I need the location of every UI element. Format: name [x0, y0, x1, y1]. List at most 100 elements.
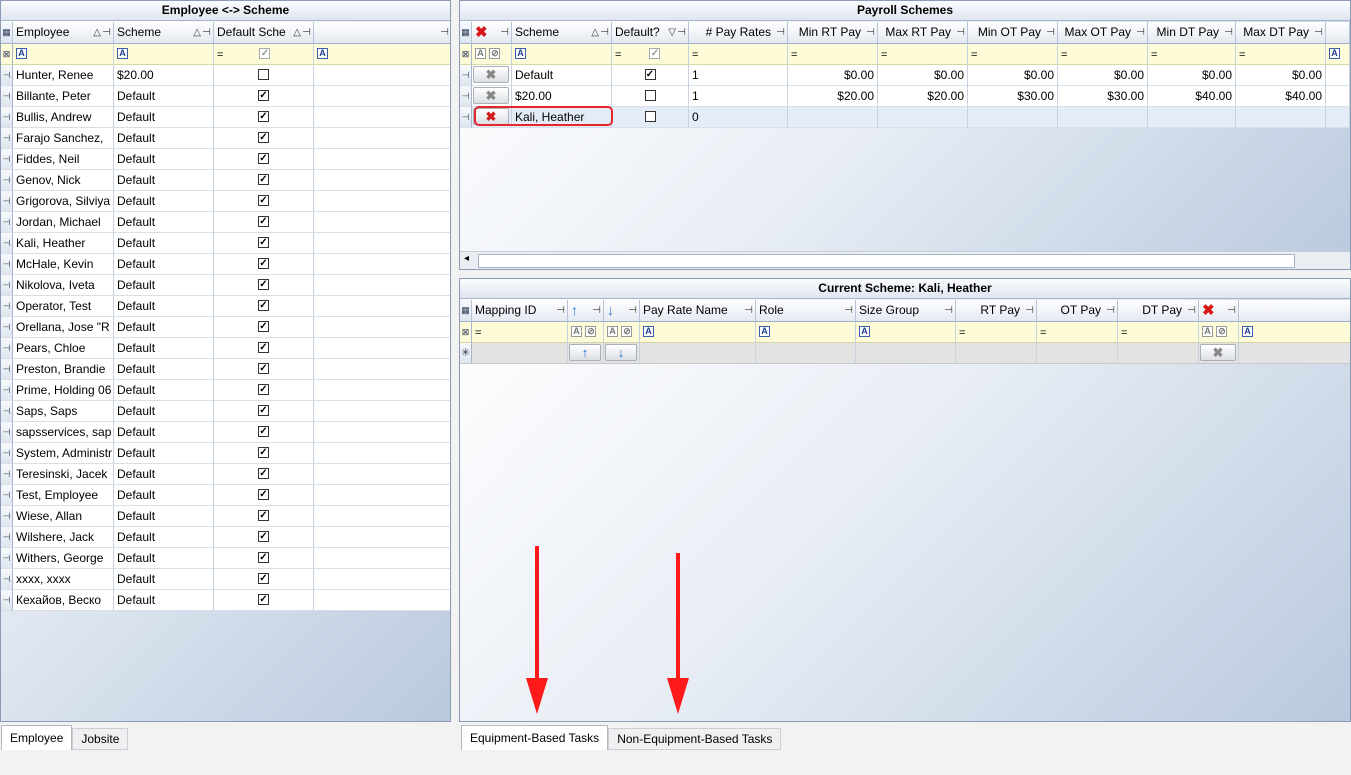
table-row[interactable]: ⊣ Farajo Sanchez, Default ✓	[1, 128, 450, 149]
filter-clear-icon[interactable]: ⊘	[585, 326, 597, 338]
row-pin-icon[interactable]: ⊣	[1, 464, 13, 485]
equals-icon[interactable]: =	[1239, 49, 1245, 61]
default-scheme-checkbox[interactable]: ✓	[258, 111, 269, 123]
filter-pay-rates[interactable]: =	[689, 44, 788, 65]
employee-cell[interactable]: McHale, Kevin	[13, 254, 114, 275]
table-row[interactable]: ⊣ Hunter, Renee $20.00	[1, 65, 450, 86]
row-pin-icon[interactable]: ⊣	[1, 254, 13, 275]
filter-default[interactable]: = ✓	[612, 44, 689, 65]
scroll-left-icon[interactable]: ◂	[464, 253, 469, 264]
row-pin-icon[interactable]: ⊣	[1, 548, 13, 569]
column-header-pay-rates[interactable]: # Pay Rates ⊣	[689, 22, 788, 44]
pin-icon[interactable]: ⊣	[744, 300, 753, 321]
column-chooser-icon[interactable]: ▦	[460, 22, 472, 44]
employee-cell[interactable]: Hunter, Renee	[13, 65, 114, 86]
new-ot-pay[interactable]	[1037, 343, 1118, 364]
row-pin-icon[interactable]: ⊣	[1, 275, 13, 296]
pin-icon[interactable]: ⊣	[1025, 300, 1034, 321]
row-pin-icon[interactable]: ⊣	[460, 65, 472, 86]
scheme-cell[interactable]: Default	[114, 296, 214, 317]
tab-equipment-based-tasks[interactable]: Equipment-Based Tasks	[461, 725, 609, 750]
scheme-cell[interactable]: Default	[114, 212, 214, 233]
column-header-max-rt[interactable]: Max RT Pay ⊣	[878, 22, 968, 44]
scrollbar-thumb[interactable]	[478, 254, 1295, 268]
pin-icon[interactable]: ⊣	[302, 22, 311, 43]
filter-pay-rate-name[interactable]: A	[640, 322, 756, 343]
filter-max-ot[interactable]: =	[1058, 44, 1148, 65]
scheme-cell[interactable]: Default	[114, 170, 214, 191]
filter-max-rt[interactable]: =	[878, 44, 968, 65]
pin-icon[interactable]: ⊣	[500, 22, 509, 43]
pin-icon[interactable]: ⊣	[592, 300, 601, 321]
column-header-ot-pay[interactable]: OT Pay ⊣	[1037, 300, 1118, 322]
table-row[interactable]: ⊣ Wiese, Allan Default ✓	[1, 506, 450, 527]
column-header-delete[interactable]: ✖ ⊣	[472, 22, 512, 44]
min-rt-cell[interactable]: $20.00	[788, 86, 878, 107]
filter-min-rt[interactable]: =	[788, 44, 878, 65]
scheme-cell[interactable]: Default	[114, 338, 214, 359]
pin-icon[interactable]: ⊣	[102, 22, 111, 43]
filter-operator-icon[interactable]: A	[1202, 326, 1213, 338]
scheme-cell[interactable]: Default	[114, 590, 214, 611]
row-pin-icon[interactable]: ⊣	[460, 107, 472, 128]
filter-size-group[interactable]: A	[856, 322, 956, 343]
scheme-cell[interactable]: $20.00	[512, 86, 612, 107]
default-scheme-checkbox[interactable]: ✓	[258, 132, 269, 144]
pin-icon[interactable]: ⊣	[1227, 300, 1236, 321]
pin-icon[interactable]: ⊣	[1224, 22, 1233, 43]
filter-employee[interactable]: A	[13, 44, 114, 65]
employee-cell[interactable]: Bullis, Andrew	[13, 107, 114, 128]
scheme-cell[interactable]: Default	[114, 422, 214, 443]
filter-delete[interactable]: A ⊘	[1199, 322, 1239, 343]
pin-icon[interactable]: ⊣	[202, 22, 211, 43]
row-pin-icon[interactable]: ⊣	[1, 338, 13, 359]
employee-cell[interactable]: Grigorova, Silviya	[13, 191, 114, 212]
table-row[interactable]: ⊣ Pears, Chloe Default ✓	[1, 338, 450, 359]
filter-operator-icon[interactable]: A	[16, 48, 27, 60]
column-header-min-ot[interactable]: Min OT Pay ⊣	[968, 22, 1058, 44]
employee-cell[interactable]: sapsservices, sap	[13, 422, 114, 443]
table-row[interactable]: ⊣ Withers, George Default ✓	[1, 548, 450, 569]
max-dt-cell[interactable]: $40.00	[1236, 86, 1326, 107]
pin-icon[interactable]: ⊣	[776, 22, 785, 43]
default-scheme-checkbox[interactable]: ✓	[258, 426, 269, 438]
scheme-cell[interactable]: Default	[114, 380, 214, 401]
table-row[interactable]: ⊣ Teresinski, Jacek Default ✓	[1, 464, 450, 485]
column-header-scheme[interactable]: Scheme △ ⊣	[512, 22, 612, 44]
delete-scheme-button[interactable]: ✖	[473, 87, 509, 104]
default-scheme-checkbox[interactable]: ✓	[258, 279, 269, 291]
filter-operator-icon[interactable]: A	[643, 326, 654, 338]
table-row[interactable]: ⊣ Prime, Holding 06 Default ✓	[1, 380, 450, 401]
table-row[interactable]: ⊣ System, Administr Default ✓	[1, 443, 450, 464]
filter-checkbox[interactable]: ✓	[649, 48, 661, 60]
employee-cell[interactable]: Genov, Nick	[13, 170, 114, 191]
column-header-rt-pay[interactable]: RT Pay ⊣	[956, 300, 1037, 322]
row-pin-icon[interactable]: ⊣	[1, 443, 13, 464]
row-pin-icon[interactable]: ⊣	[1, 233, 13, 254]
table-row[interactable]: ⊣ Kali, Heather Default ✓	[1, 233, 450, 254]
employee-cell[interactable]: Kali, Heather	[13, 233, 114, 254]
tab-non-equipment-based-tasks[interactable]: Non-Equipment-Based Tasks	[608, 728, 782, 750]
table-row[interactable]: ⊣ Genov, Nick Default ✓	[1, 170, 450, 191]
horizontal-scrollbar[interactable]: ◂	[460, 251, 1350, 269]
equals-icon[interactable]: =	[791, 49, 797, 61]
default-scheme-checkbox[interactable]: ✓	[258, 594, 269, 606]
table-row[interactable]: ⊣ Operator, Test Default ✓	[1, 296, 450, 317]
employee-cell[interactable]: Pears, Chloe	[13, 338, 114, 359]
min-rt-cell[interactable]	[788, 107, 878, 128]
row-pin-icon[interactable]: ⊣	[1, 128, 13, 149]
filter-move-up[interactable]: A ⊘	[568, 322, 604, 343]
equals-icon[interactable]: =	[959, 327, 965, 339]
filter-scheme[interactable]: A	[512, 44, 612, 65]
column-header-mapping-id[interactable]: Mapping ID ⊣	[472, 300, 568, 322]
filter-move-down[interactable]: A ⊘	[604, 322, 640, 343]
scheme-cell[interactable]: Default	[114, 527, 214, 548]
max-ot-cell[interactable]	[1058, 107, 1148, 128]
filter-dt-pay[interactable]: =	[1118, 322, 1199, 343]
table-row[interactable]: ⊣ xxxx, xxxx Default ✓	[1, 569, 450, 590]
table-row[interactable]: ⊣ Test, Employee Default ✓	[1, 485, 450, 506]
row-pin-icon[interactable]: ⊣	[1, 359, 13, 380]
scheme-cell[interactable]: Default	[114, 317, 214, 338]
default-scheme-checkbox[interactable]: ✓	[258, 573, 269, 585]
equals-icon[interactable]: =	[692, 49, 698, 61]
